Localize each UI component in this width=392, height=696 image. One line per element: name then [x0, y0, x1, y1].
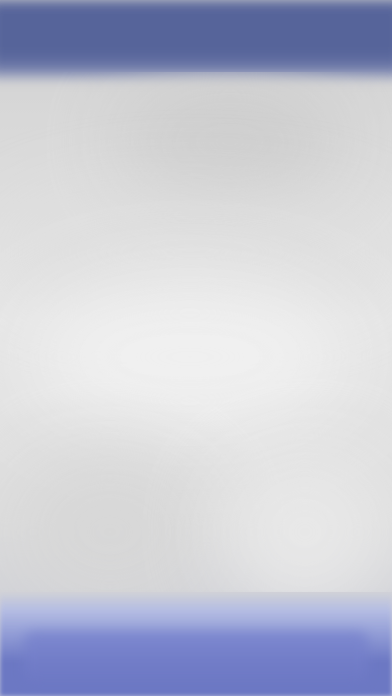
- blurred-shape: [30, 282, 350, 432]
- bottom-action-button[interactable]: [24, 632, 368, 684]
- blurred-shape: [120, 82, 340, 202]
- header-bar: [0, 0, 392, 77]
- blurred-screen: [0, 0, 392, 696]
- content-area: [0, 72, 392, 592]
- blurred-shape: [220, 452, 390, 592]
- blurred-shape: [10, 452, 210, 592]
